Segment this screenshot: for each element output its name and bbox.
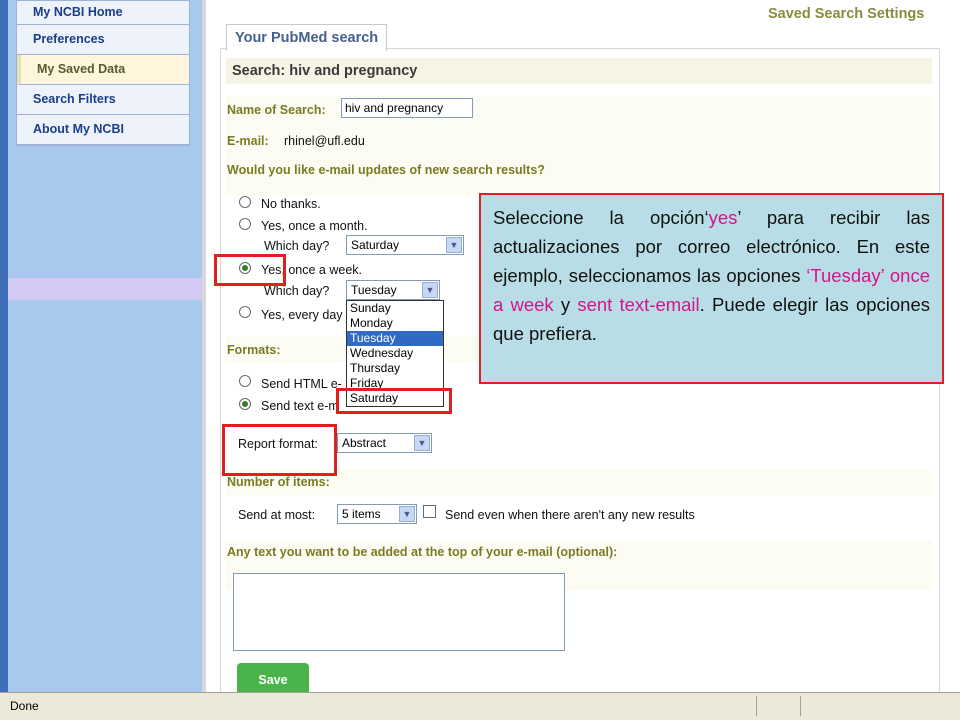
send-at-most-label: Send at most: (238, 508, 316, 522)
month-which-day-label: Which day? (264, 239, 330, 253)
sidebar-item-my-ncbi-home[interactable]: My NCBI Home (17, 1, 189, 25)
send-even-checkbox[interactable] (423, 505, 436, 518)
sidebar-item-about-my-ncbi[interactable]: About My NCBI (17, 115, 189, 145)
number-of-items-label: Number of items: (227, 475, 330, 489)
items-count-value: 5 items (342, 507, 381, 521)
tab-your-pubmed-search[interactable]: Your PubMed search (226, 24, 388, 51)
chevron-down-icon: ▼ (399, 506, 415, 522)
sidebar-item-search-filters[interactable]: Search Filters (17, 85, 189, 115)
highlight-once-a-week (214, 254, 286, 286)
formats-label: Formats: (227, 343, 281, 357)
status-text: Done (10, 699, 39, 713)
report-format-select[interactable]: Abstract ▼ (337, 433, 432, 453)
dropdown-option-monday[interactable]: Monday (347, 316, 443, 331)
optional-text-label: Any text you want to be added at the top… (227, 545, 618, 559)
send-even-label: Send even when there aren't any new resu… (445, 508, 695, 522)
option-month-label: Yes, once a month. (261, 219, 368, 233)
highlight-report-format (222, 424, 337, 476)
highlight-saturday (336, 388, 452, 414)
dropdown-option-thursday[interactable]: Thursday (347, 361, 443, 376)
month-day-select[interactable]: Saturday ▼ (346, 235, 464, 255)
radio-send-html[interactable] (239, 375, 251, 387)
format-text-label: Send text e-m (261, 399, 339, 413)
items-count-select[interactable]: 5 items ▼ (337, 504, 417, 524)
option-every-day-label: Yes, every day (261, 308, 343, 322)
week-which-day-label: Which day? (264, 284, 330, 298)
dropdown-option-tuesday[interactable]: Tuesday (347, 331, 443, 346)
radio-no-thanks[interactable] (239, 196, 251, 208)
sidebar-item-preferences[interactable]: Preferences (17, 25, 189, 55)
radio-send-text[interactable] (239, 398, 251, 410)
save-button[interactable]: Save (237, 663, 309, 693)
search-heading: Search: hiv and pregnancy (226, 58, 932, 84)
email-value: rhinel@ufl.edu (284, 134, 365, 148)
report-format-value: Abstract (342, 436, 387, 450)
browser-status-bar: Done (0, 692, 960, 720)
radio-every-day[interactable] (239, 306, 251, 318)
month-day-value: Saturday (351, 238, 400, 252)
sidebar-nav: My NCBI Home Preferences My Saved Data S… (16, 0, 190, 146)
name-of-search-input[interactable]: hiv and pregnancy (341, 98, 473, 118)
chevron-down-icon: ▼ (446, 237, 462, 253)
week-day-value: Tuesday (351, 283, 397, 297)
chevron-down-icon: ▼ (422, 282, 438, 298)
optional-text-area[interactable] (233, 573, 565, 651)
email-label: E-mail: (227, 134, 269, 148)
pane-divider (202, 0, 206, 692)
page-title: Saved Search Settings (768, 6, 925, 22)
week-day-select[interactable]: Tuesday ▼ (346, 280, 440, 300)
dropdown-option-sunday[interactable]: Sunday (347, 301, 443, 316)
sidebar-item-my-saved-data[interactable]: My Saved Data (17, 55, 189, 85)
name-of-search-label: Name of Search: (227, 103, 326, 117)
updates-question: Would you like e-mail updates of new sea… (227, 163, 545, 177)
sidebar: My NCBI Home Preferences My Saved Data S… (8, 0, 202, 692)
left-window-edge (0, 0, 8, 692)
format-html-label: Send HTML e- (261, 377, 342, 391)
chevron-down-icon: ▼ (414, 435, 430, 451)
option-no-thanks-label: No thanks. (261, 197, 321, 211)
instruction-callout: Seleccione la opción‘yes’ para recibir l… (479, 193, 944, 384)
dropdown-option-wednesday[interactable]: Wednesday (347, 346, 443, 361)
radio-once-a-month[interactable] (239, 218, 251, 230)
